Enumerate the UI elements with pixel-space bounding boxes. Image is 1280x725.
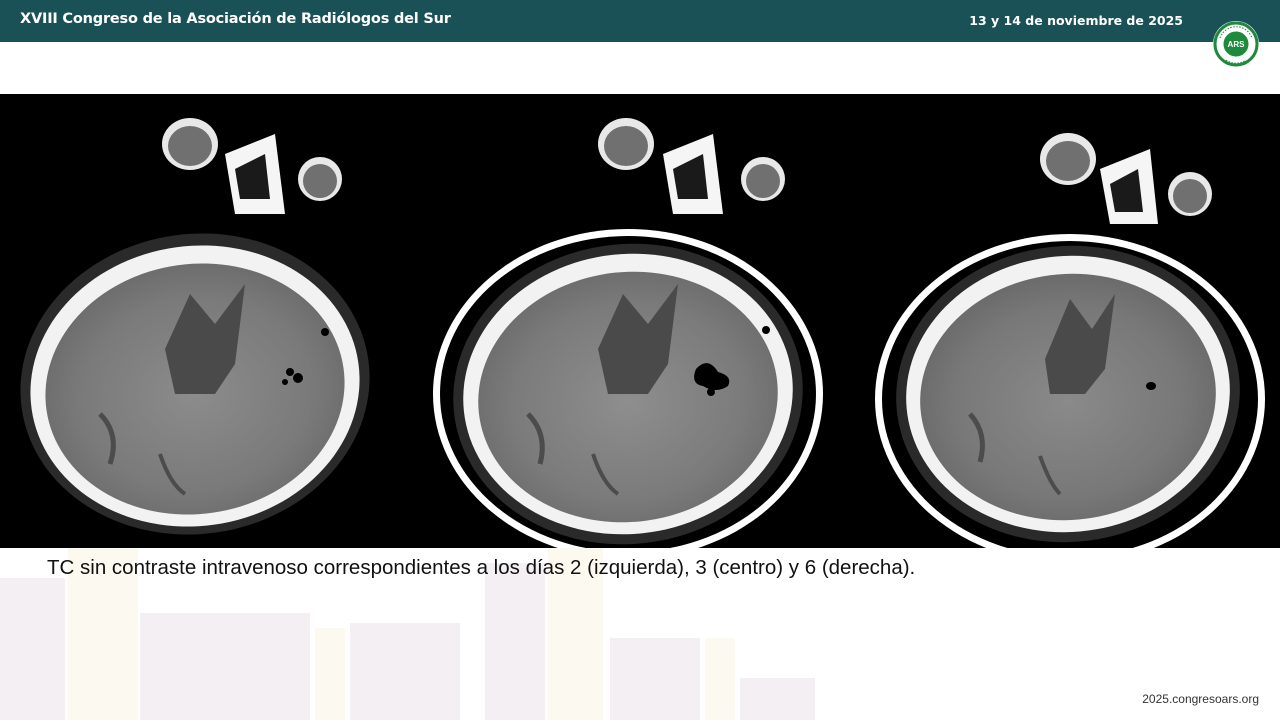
ct-scan-day-6	[860, 94, 1280, 548]
header-bar: XVIII Congreso de la Asociación de Radió…	[0, 0, 1280, 42]
ct-brain-axial-day-2-icon	[20, 118, 370, 535]
footer-website-link[interactable]: 2025.congresoars.org	[1142, 692, 1259, 706]
congress-date: 13 y 14 de noviembre de 2025	[969, 13, 1183, 28]
ct-image-strip	[0, 94, 1280, 548]
congress-title: XVIII Congreso de la Asociación de Radió…	[20, 11, 451, 27]
svg-text:ARS: ARS	[1228, 40, 1246, 49]
ct-brain-axial-day-3-icon	[433, 118, 823, 548]
figure-caption: TC sin contraste intravenoso correspondi…	[47, 556, 916, 579]
ct-scan-day-3	[428, 94, 860, 548]
ct-brain-axial-day-6-icon	[875, 133, 1265, 548]
ct-scan-day-2	[0, 94, 428, 548]
ars-logo: ARS	[1212, 20, 1260, 68]
